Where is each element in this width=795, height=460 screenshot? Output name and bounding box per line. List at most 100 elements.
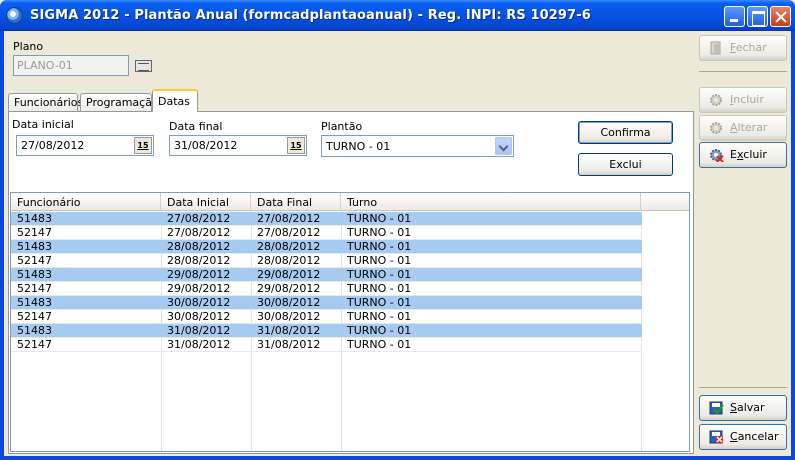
toolbar-separator [699,71,787,72]
table-cell-data-final: 29/08/2012 [257,282,321,295]
table-cell-turno: TURNO - 01 [347,254,412,267]
table-cell-funcionario: 51483 [17,240,52,253]
maximize-icon[interactable] [747,6,768,27]
tab-programacao[interactable]: Programação [80,93,159,111]
table-row[interactable]: 52147 30/08/2012 30/08/2012 TURNO - 01 [11,310,642,324]
table-row[interactable]: 52147 31/08/2012 31/08/2012 TURNO - 01 [11,338,642,352]
data-inicial-field[interactable]: 27/08/2012 15 [16,135,154,156]
incluir-label: ncluir [733,93,764,106]
table-cell-data-inicial: 31/08/2012 [167,338,231,351]
table-cell-turno: TURNO - 01 [347,226,412,239]
table-cell-data-inicial: 30/08/2012 [167,310,231,323]
gear-add-icon [710,94,722,106]
alterar-button[interactable]: Alterar [699,115,787,141]
table-cell-turno: TURNO - 01 [347,324,412,337]
table-row[interactable]: 51483 28/08/2012 28/08/2012 TURNO - 01 [11,240,642,254]
table-cell-funcionario: 52147 [17,254,52,267]
data-final-label: Data final [169,120,223,133]
table-cell-data-final: 31/08/2012 [257,338,321,351]
table-cell-turno: TURNO - 01 [347,212,412,225]
minimize-icon[interactable] [724,6,745,27]
door-icon [710,41,721,55]
column-header-turno[interactable]: Turno [341,193,641,211]
title-bar[interactable]: SIGMA 2012 - Plantão Anual (formcadplant… [0,0,795,31]
plantao-dates-table[interactable]: Funcionário Data Inicial Data Final Turn… [10,192,690,452]
data-final-field[interactable]: 31/08/2012 15 [169,135,307,156]
table-cell-data-inicial: 30/08/2012 [167,296,231,309]
data-inicial-value: 27/08/2012 [21,139,85,152]
table-cell-funcionario: 52147 [17,338,52,351]
column-header-data-inicial[interactable]: Data Inicial [161,193,251,211]
table-row[interactable]: 52147 27/08/2012 27/08/2012 TURNO - 01 [11,226,642,240]
action-toolbar: Fechar Incluir Alterar Excluir Salvar Ca… [696,31,791,456]
table-cell-turno: TURNO - 01 [347,240,412,253]
gear-delete-icon [710,149,724,162]
table-cell-data-inicial: 27/08/2012 [167,226,231,239]
exclui-button[interactable]: Exclui [578,153,673,176]
tab-funcionarios[interactable]: Funcionários [8,93,83,111]
table-cell-data-final: 30/08/2012 [257,296,321,309]
table-cell-data-final: 31/08/2012 [257,324,321,337]
data-final-value: 31/08/2012 [174,139,238,152]
plantao-value: TURNO - 01 [326,140,391,153]
calendar-icon[interactable]: 15 [287,137,305,154]
calendar-icon[interactable]: 15 [134,137,152,154]
toolbar-separator [699,387,787,388]
app-logo-icon[interactable] [6,7,23,24]
salvar-button[interactable]: Salvar [699,395,787,421]
table-cell-funcionario: 51483 [17,324,52,337]
tab-datas[interactable]: Datas [152,89,198,112]
table-cell-data-final: 28/08/2012 [257,254,321,267]
plano-field[interactable]: PLANO-01 [13,55,129,76]
excluir-button[interactable]: Excluir [699,142,787,168]
window-title: SIGMA 2012 - Plantão Anual (formcadplant… [30,8,591,23]
plantao-select[interactable]: TURNO - 01 [321,135,514,157]
cancelar-label: ancelar [737,430,779,443]
table-cell-funcionario: 51483 [17,296,52,309]
table-cell-funcionario: 52147 [17,282,52,295]
plantao-label: Plantão [321,120,363,133]
table-cell-funcionario: 52147 [17,310,52,323]
table-cell-data-inicial: 31/08/2012 [167,324,231,337]
table-cell-turno: TURNO - 01 [347,282,412,295]
fechar-label: echar [735,41,767,54]
table-cell-data-inicial: 27/08/2012 [167,212,231,225]
table-cell-turno: TURNO - 01 [347,338,412,351]
table-cell-data-final: 29/08/2012 [257,268,321,281]
table-cell-turno: TURNO - 01 [347,296,412,309]
fechar-button[interactable]: Fechar [699,35,787,61]
table-cell-data-inicial: 28/08/2012 [167,254,231,267]
table-row[interactable]: 51483 29/08/2012 29/08/2012 TURNO - 01 [11,268,642,282]
table-row[interactable]: 52147 28/08/2012 28/08/2012 TURNO - 01 [11,254,642,268]
gear-edit-icon [710,122,722,134]
table-row[interactable]: 51483 30/08/2012 30/08/2012 TURNO - 01 [11,296,642,310]
table-row[interactable]: 52147 29/08/2012 29/08/2012 TURNO - 01 [11,282,642,296]
data-inicial-label: Data inicial [12,118,74,131]
lookup-icon[interactable] [135,60,152,72]
table-header: Funcionário Data Inicial Data Final Turn… [11,193,689,211]
incluir-button[interactable]: Incluir [699,87,787,113]
excluir-prefix: E [730,148,737,161]
alterar-hotkey: A [730,121,738,134]
cancel-x-icon [709,430,723,444]
cancelar-button[interactable]: Cancelar [699,424,787,450]
table-cell-data-inicial: 29/08/2012 [167,268,231,281]
save-check-icon [709,401,724,415]
table-row[interactable]: 51483 31/08/2012 31/08/2012 TURNO - 01 [11,324,642,338]
table-cell-data-final: 30/08/2012 [257,310,321,323]
column-header-data-final[interactable]: Data Final [251,193,341,211]
chevron-down-icon[interactable] [495,137,512,155]
table-row[interactable]: 51483 27/08/2012 27/08/2012 TURNO - 01 [11,212,642,226]
table-cell-funcionario: 52147 [17,226,52,239]
app-window: SIGMA 2012 - Plantão Anual (formcadplant… [0,0,795,460]
alterar-label: lterar [737,121,768,134]
client-area: Plano PLANO-01 Funcionários Programação … [4,31,791,456]
table-cell-turno: TURNO - 01 [347,268,412,281]
table-cell-turno: TURNO - 01 [347,310,412,323]
confirma-button[interactable]: Confirma [578,121,673,144]
salvar-label: alvar [736,401,765,414]
table-cell-data-inicial: 28/08/2012 [167,240,231,253]
column-header-funcionario[interactable]: Funcionário [11,193,161,211]
table-cell-funcionario: 51483 [17,268,52,281]
close-icon[interactable] [770,6,791,27]
